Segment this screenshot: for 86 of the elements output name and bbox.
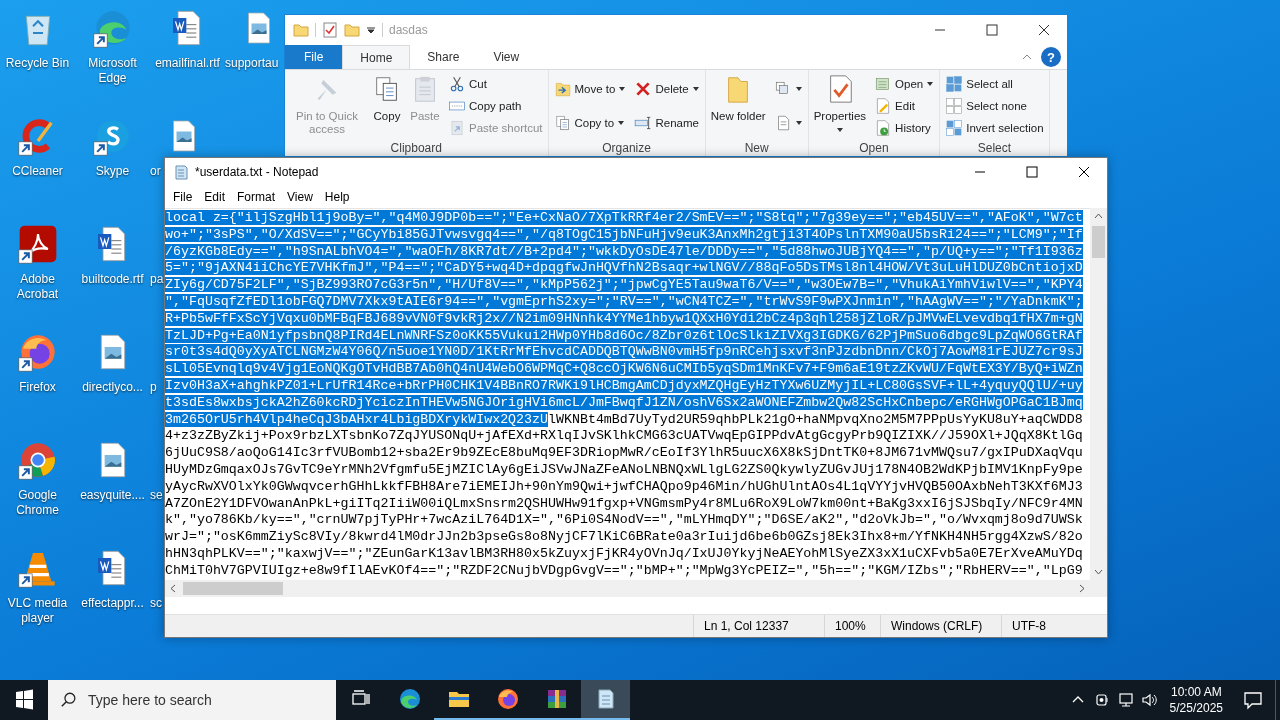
menu-item[interactable]: View — [281, 187, 319, 207]
text-line: 4+z3zZByZkij+Pox9rbzLXTsbnKo7ZqJYUSONqU+jAfEXd+RXlqIJvSKlhkCMG63cUATVwqEpGIPPdvAtgGcgyPrb9QIZIXK//J59OXl+JQqX8KtlGq — [165, 428, 1083, 444]
search-field[interactable]: Type here to search — [48, 680, 336, 720]
ribbon-button[interactable]: Rename — [634, 113, 700, 132]
text-line: ChMiT0hV7GPVIUIgz+e8w9fIlAEvKOf4==";"RZDF2CNujbVDgpGvgV==";"bMP+";"MpWg3YcPEIZ=","5h==";"KGM/IZbs";"RbHERV==","LpG9 — [165, 562, 1083, 578]
caret-icon — [835, 126, 844, 134]
vertical-scrollbar[interactable] — [1090, 208, 1107, 580]
group-label: New — [743, 141, 770, 156]
clock-time[interactable]: 10:00 AM — [1170, 684, 1222, 700]
window-title: dasdas — [389, 23, 428, 37]
caret-icon — [926, 79, 935, 88]
caret-icon[interactable] — [366, 25, 376, 35]
menu-item[interactable]: Help — [318, 187, 356, 207]
group-label: Organize — [601, 141, 652, 156]
text-editor[interactable] — [165, 208, 1090, 580]
text-line: lWKNBt4mBd7UyTyd2UR59qhbPLk21gO+haNMpvqXno2M5M7PPpUsYyKU8uY+aqCWDD8 — [548, 411, 1083, 427]
chrome-icon[interactable] — [17, 440, 58, 480]
status-text: Windows (CRLF) — [880, 615, 1001, 637]
grid-icon — [945, 97, 964, 115]
caret-icon — [617, 118, 626, 127]
ribbon-button[interactable]: Copy — [369, 71, 405, 125]
scissors-icon — [448, 74, 466, 93]
ribbon-button[interactable]: Open — [874, 74, 935, 93]
menu-item[interactable]: Edit — [198, 187, 232, 207]
copy-icon — [553, 113, 572, 132]
text-line: k","yo786Kb/ky==","crnUW7pjTyPHr+7wcAziL764D1X=","6Pi0S4NodV==","mLYHmqDY";"D6SE/aK2","d2oVkJb=","o/Wvxqmj8o9d7UWSk — [165, 512, 1083, 528]
icon-label[interactable]: se — [150, 488, 163, 503]
text-line: wrJ=";"osK6mmZiySc8VIy/8kwrd4lM0drJJn2b3pseGs8o8NyjCF7lKiC6BRate0a3rIuijd6be6b0GZsj8Ek3Ihx8+m/YfNKH4NH5rgg4XzwS/82o — [165, 529, 1083, 545]
ribbon-button[interactable]: Move to — [553, 80, 627, 99]
edge-icon — [397, 687, 422, 711]
taskbar-app[interactable] — [581, 680, 630, 720]
icon-label[interactable]: Google Chrome — [0, 488, 75, 518]
icon-label[interactable]: easyquite.... — [80, 488, 145, 503]
edge-icon[interactable] — [92, 8, 133, 48]
ribbon-button[interactable]: Copy path — [448, 97, 543, 115]
icon-label[interactable]: pa — [150, 272, 164, 287]
scrollbar-thumb[interactable] — [183, 582, 283, 595]
menu-item[interactable]: Format — [231, 187, 282, 207]
firefox-icon[interactable] — [17, 332, 58, 372]
icon-label[interactable]: VLC media player — [0, 596, 75, 626]
ribbon-button[interactable]: Select none — [945, 97, 1044, 115]
ribbon-button[interactable]: Select all — [945, 74, 1044, 93]
window-title: *userdata.txt - Notepad — [195, 165, 319, 179]
clock-date[interactable]: 5/25/2025 — [1169, 700, 1223, 716]
icon-label[interactable]: effectappr... — [81, 596, 144, 611]
status-text: 100% — [824, 615, 880, 637]
text-line: A7ZOnE2Y1DFVOwanAnPkL+giITq2IiiW00iQLmxSnsrm2QSHUWHw91fgxp+VNGmsmPy4r8MLu6RoX9LoW7km00nt+BaKg3xxI6jSJSbqIy/NFC9r4MN — [165, 495, 1083, 511]
grid-icon — [945, 119, 964, 138]
ribbon-button[interactable]: History — [874, 119, 935, 138]
menu-item[interactable]: File — [167, 187, 199, 207]
ribbon-tab[interactable]: Home — [342, 45, 411, 69]
pdf-app-icon[interactable] — [17, 224, 58, 264]
caret-icon — [794, 118, 803, 127]
icon-label[interactable]: sc — [150, 596, 162, 611]
properties-icon[interactable] — [322, 22, 338, 38]
ribbon-button[interactable]: Cut — [448, 74, 543, 93]
group-label: Select — [976, 141, 1013, 156]
text-line: hHN3qhPLKV==";"kaxwjV==";"ZEunGarK13avlBM3RH80x5kZuyxjFjKR4yOVnJq/IxUJ0YkyjNeAEYohMlSyeZX3xX1uCXFvb5a0E7ErXveAMuYDq — [165, 545, 1083, 561]
grid-icon — [945, 74, 964, 93]
icon-label[interactable]: p — [150, 380, 157, 395]
text-line: yAycRwXVOlxYk0GWwqvcerhGHhLkkfFBH8Are7iEMEIJh+90nYm9Qwi+jwfCHAQpo9p46Min/hUGhUlntAOs4L1qVYYjvHVQB50OAxbNehT3KXf6MJ3 — [165, 478, 1083, 494]
icon-label[interactable]: Firefox — [19, 380, 56, 395]
ribbon-button[interactable]: Edit — [874, 97, 935, 115]
ribbon-button[interactable]: Invert selection — [945, 119, 1044, 138]
group-label: Clipboard — [389, 141, 443, 156]
ribbon-tab[interactable]: View — [476, 45, 537, 69]
status-text: UTF-8 — [1001, 615, 1107, 637]
ribbon-button[interactable]: Copy to — [553, 113, 627, 132]
icon-label[interactable]: directlyco... — [82, 380, 143, 395]
ribbon-button[interactable]: New folder — [707, 71, 769, 125]
help-button[interactable]: ? — [1041, 47, 1061, 67]
file-tab[interactable]: File — [285, 45, 343, 69]
status-text: Ln 1, Col 12337 — [693, 615, 824, 637]
firefox-icon — [495, 687, 520, 711]
horizontal-scrollbar[interactable] — [165, 580, 1090, 597]
ribbon-button[interactable]: Delete — [634, 80, 700, 99]
shortcut-icon — [448, 119, 466, 138]
text-line: 6jUuC9S8/aoQoG14Ic3rfVUBomb12+sba2Er9b9ZEcE8buMq9EF3DRiopMwR/cEoIf3YlhR5uucX6X8kSjDntTK0+8JM671vMWQsu7/gxIPuDXaqVqu — [165, 445, 1083, 461]
move-icon — [553, 80, 572, 99]
ribbon-button[interactable]: Properties — [810, 71, 870, 136]
group-label: Open — [858, 141, 890, 156]
text-line: HUyMDzGmqaxOJs7GvTC9eYrMNh2Vfgmfu5EjMZIClAy6gEiJSVwJNaZFeANoLNBNQxWLlgLG2ZS0QkywlyZUGvJUj178N4OB2WdKPjbIMV1KnpFy9pe — [165, 461, 1083, 477]
search-icon — [60, 691, 78, 709]
scrollbar-thumb[interactable] — [1092, 226, 1105, 258]
ribbon-tab[interactable]: Share — [410, 45, 477, 69]
notepad-icon — [173, 164, 189, 180]
